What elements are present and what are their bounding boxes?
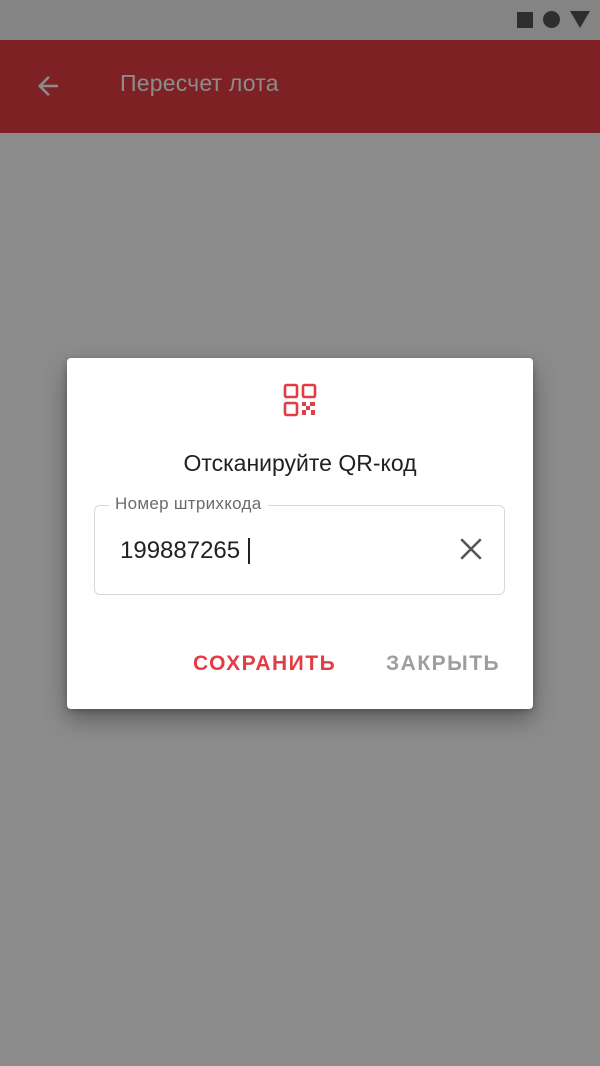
close-icon xyxy=(460,538,482,560)
clear-button[interactable] xyxy=(454,532,488,566)
close-button[interactable]: ЗАКРЫТЬ xyxy=(386,652,500,676)
qr-code-icon xyxy=(283,383,317,417)
dialog-title: Отсканируйте QR-код xyxy=(183,450,417,476)
barcode-field-label: Номер штрихкода xyxy=(109,494,268,514)
text-caret xyxy=(248,538,251,564)
barcode-input[interactable]: 199887265 xyxy=(120,537,251,565)
scan-dialog: Отсканируйте QR-код Номер штрихкода 1998… xyxy=(67,358,533,709)
screen: Пересчет лота Отсканируйте QR-код Номер … xyxy=(0,0,600,1066)
save-button[interactable]: СОХРАНИТЬ xyxy=(193,652,336,676)
barcode-field[interactable]: Номер штрихкода 199887265 xyxy=(94,494,505,595)
barcode-input-value: 199887265 xyxy=(120,537,241,564)
